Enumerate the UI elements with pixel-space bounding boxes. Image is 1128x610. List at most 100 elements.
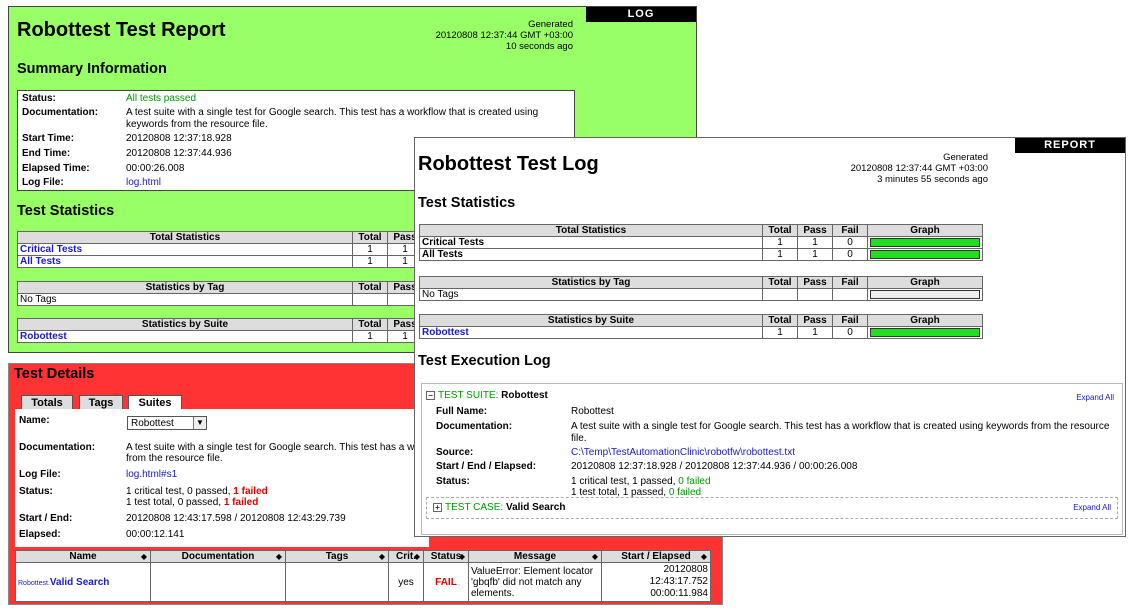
col-header-text: Message [513,551,557,562]
full-name-label: Full Name: [436,406,488,417]
col-tags[interactable]: Tags ◆ [285,550,389,563]
suite-expand-all-link[interactable]: Expand All [1076,393,1114,402]
source-label: Source: [436,447,474,458]
start-end-elapsed-value: 20120808 12:37:18.928 / 20120808 12:37:4… [571,461,858,472]
all-tests-cell: All Tests [419,248,763,261]
cell-documentation [150,562,286,602]
log-generated-info: Generated 20120808 12:37:44 GMT +03:00 3… [851,152,988,185]
test-case-row[interactable]: + TEST CASE: Valid Search Expand All [426,497,1118,519]
log-file-label: Log File: [22,177,64,188]
status-label: Status: [22,93,56,104]
tab-totals[interactable]: Totals [21,395,73,409]
cell-total: 1 [762,326,798,339]
cell-graph [867,248,983,261]
test-details-heading: Test Details [14,366,95,382]
cell-fail: 0 [832,236,868,249]
suite-header[interactable]: − TEST SUITE: Robottest [426,390,548,401]
col-start-elapsed[interactable]: Start / Elapsed ◆ [601,550,711,563]
table-row: No Tags [17,293,423,306]
generated-label: Generated [943,152,988,163]
suite-name: Robottest [501,390,548,401]
tab-tags[interactable]: Tags [79,395,123,409]
case-expand-all-link[interactable]: Expand All [1073,498,1111,518]
col-header-text: Name [69,551,97,562]
name-label: Name: [19,415,50,426]
generated-label: Generated [528,19,573,30]
cell-graph [867,288,983,301]
documentation-value: A test suite with a single test for Goog… [126,107,539,130]
suite-robottest-link[interactable]: Robottest [20,331,67,342]
full-name-value: Robottest [571,406,614,417]
log-link-tab[interactable]: LOG [586,7,696,22]
col-crit[interactable]: Crit. ◆ [388,550,424,563]
col-header: Fail [832,276,868,289]
col-header: Total Statistics [17,231,353,244]
table-row: Robottest.Valid Search yes FAIL ValueErr… [15,562,711,602]
cell-total: 1 [352,243,388,256]
col-message[interactable]: Message ◆ [468,550,602,563]
col-header: Total [352,231,388,244]
end-time-label: End Time: [22,148,71,159]
sort-icon: ◆ [458,552,465,561]
elapsed-value: 00:00:12.141 [126,529,185,540]
cell-start-elapsed: 20120808 12:43:17.752 00:00:11.984 [601,562,711,602]
table-row: All Tests 1 1 [17,255,423,268]
suite-name-select[interactable]: Robottest ▼ [127,416,207,430]
critical-tests-cell: Critical Tests [419,236,763,249]
col-header: Total [352,281,388,294]
critical-tests-link[interactable]: Critical Tests [20,244,82,255]
generated-timestamp: 20120808 12:37:44 GMT +03:00 [435,30,573,41]
col-header-text: Status [430,551,462,562]
col-header: Total [352,318,388,331]
cell-total: 1 [352,330,388,343]
report-title: Robottest Test Report [17,19,226,41]
col-header-text: Documentation [181,551,255,562]
report-suite-statistics-table: Statistics by Suite Total Pass Robottest… [17,318,423,343]
chevron-down-icon[interactable]: ▼ [193,417,206,429]
sort-icon: ◆ [275,552,282,561]
test-results-table: Name ◆ Documentation ◆ Tags ◆ Crit. ◆ Status… [15,550,711,602]
pass-bar [870,238,980,247]
sort-icon: ◆ [413,552,420,561]
col-header: Graph [867,224,983,237]
tab-suites[interactable]: Suites [128,395,182,410]
table-row: Robottest 1 1 0 [419,326,983,339]
source-link[interactable]: C:\Temp\TestAutomationClinic\robotfw\rob… [571,447,795,459]
test-case-header[interactable]: + TEST CASE: Valid Search [433,498,565,518]
cell-total: 1 [762,236,798,249]
pass-bar [870,250,980,259]
col-header: Statistics by Tag [419,276,763,289]
sort-icon: ◆ [378,552,385,561]
cell-pass: 1 [797,236,833,249]
col-header: Statistics by Tag [17,281,353,294]
expand-icon[interactable]: + [433,502,442,512]
collapse-icon[interactable]: − [426,390,435,400]
report-link-tab[interactable]: REPORT [1015,138,1125,153]
col-name[interactable]: Name ◆ [15,550,151,563]
sort-icon: ◆ [591,552,598,561]
cell-total: 1 [352,255,388,268]
documentation-value-cont: from the resource file. [126,453,223,464]
col-header-text: Start / Elapsed [621,551,691,562]
col-documentation[interactable]: Documentation ◆ [150,550,286,563]
cell-fail: 0 [832,326,868,339]
cell-fail [832,288,868,301]
sort-icon: ◆ [140,552,147,561]
log-suite-statistics-table: Statistics by Suite Total Pass Fail Grap… [419,314,983,339]
case-type-label: TEST CASE: [445,502,504,513]
status-text: 1 critical test, 0 passed, [126,486,234,497]
failed-count: 1 failed [223,497,259,508]
cell-graph [867,326,983,339]
documentation-label: Documentation: [436,421,513,432]
cell-total [762,288,798,301]
pass-bar [870,328,980,337]
report-total-statistics-table: Total Statistics Total Pass Critical Tes… [17,231,423,268]
test-valid-search-link[interactable]: Valid Search [50,577,109,588]
all-tests-link[interactable]: All Tests [20,256,61,267]
suite-robottest-link[interactable]: Robottest [422,327,469,338]
col-status[interactable]: Status ◆ [423,550,469,563]
col-header: Pass [797,314,833,327]
no-tags-cell: No Tags [419,288,763,301]
log-file-link[interactable]: log.html#s1 [126,469,177,481]
log-file-link[interactable]: log.html [126,177,161,189]
